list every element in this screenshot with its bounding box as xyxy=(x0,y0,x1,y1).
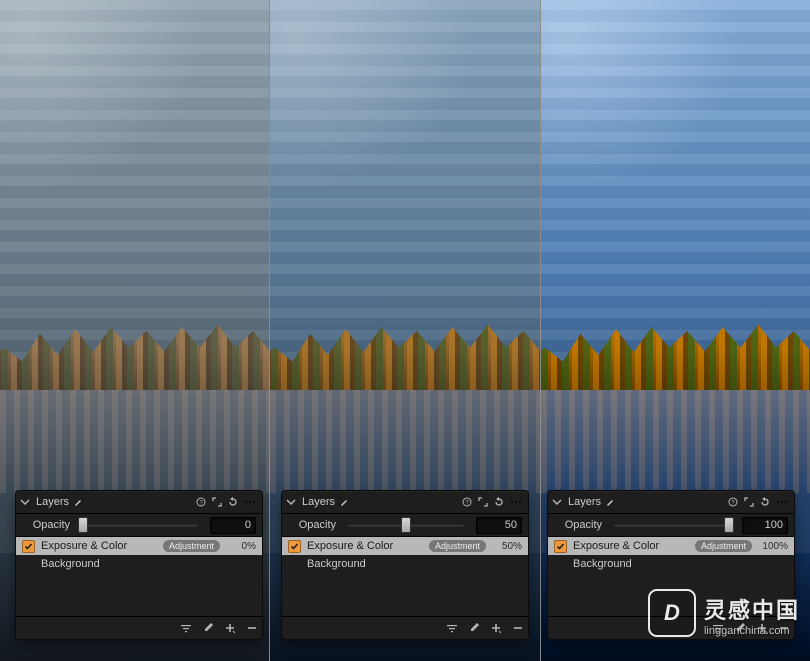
layer-opacity: 0% xyxy=(226,541,256,552)
more-icon[interactable] xyxy=(244,497,256,507)
opacity-value[interactable]: 100 xyxy=(742,517,788,534)
panel-row: Layers ? Opacity 0 xyxy=(0,491,810,639)
visibility-checkbox[interactable] xyxy=(554,540,567,553)
layer-row-exposure[interactable]: Exposure & Color Adjustment 0% xyxy=(16,537,262,555)
layers-panel-1[interactable]: Layers ? Opacity 50 Exposure & Color Adj… xyxy=(282,491,528,639)
collapse-icon[interactable] xyxy=(18,497,32,507)
layer-name: Background xyxy=(41,558,256,570)
opacity-label: Opacity xyxy=(22,519,70,531)
help-icon[interactable]: ? xyxy=(728,497,738,507)
brush-icon[interactable] xyxy=(339,497,349,507)
remove-layer-icon[interactable] xyxy=(512,622,524,634)
layer-opacity: 50% xyxy=(492,541,522,552)
layer-row-background[interactable]: Background xyxy=(548,555,794,573)
slider-thumb[interactable] xyxy=(78,517,88,533)
layer-row-background[interactable]: Background xyxy=(282,555,528,573)
more-icon[interactable] xyxy=(510,497,522,507)
eyedropper-icon[interactable] xyxy=(202,622,214,634)
layer-list: Exposure & Color Adjustment 50% Backgrou… xyxy=(282,537,528,573)
eyedropper-icon[interactable] xyxy=(734,622,746,634)
add-layer-icon[interactable] xyxy=(224,622,236,634)
collapse-icon[interactable] xyxy=(550,497,564,507)
opacity-value[interactable]: 50 xyxy=(476,517,522,534)
more-icon[interactable] xyxy=(776,497,788,507)
opacity-slider[interactable] xyxy=(78,518,202,532)
expand-icon[interactable] xyxy=(478,497,488,507)
layers-panel-2[interactable]: Layers ? Opacity 100 Exposure & Color Ad… xyxy=(548,491,794,639)
expand-icon[interactable] xyxy=(212,497,222,507)
layer-list: Exposure & Color Adjustment 0% Backgroun… xyxy=(16,537,262,573)
reset-icon[interactable] xyxy=(494,497,504,507)
panel-title: Layers xyxy=(302,496,335,508)
panel-footer xyxy=(282,616,528,639)
opacity-label: Opacity xyxy=(554,519,602,531)
brush-icon[interactable] xyxy=(605,497,615,507)
expand-icon[interactable] xyxy=(744,497,754,507)
panel-header[interactable]: Layers ? xyxy=(282,491,528,514)
help-icon[interactable]: ? xyxy=(196,497,206,507)
layer-badge: Adjustment xyxy=(695,540,752,552)
layer-row-background[interactable]: Background xyxy=(16,555,262,573)
opacity-control: Opacity 0 xyxy=(16,514,262,537)
panel-footer xyxy=(16,616,262,639)
filter-icon[interactable] xyxy=(180,622,192,634)
layer-name: Background xyxy=(307,558,522,570)
reset-icon[interactable] xyxy=(228,497,238,507)
layer-opacity: 100% xyxy=(758,541,788,552)
add-layer-icon[interactable] xyxy=(756,622,768,634)
slider-thumb[interactable] xyxy=(401,517,411,533)
panel-footer xyxy=(548,616,794,639)
add-layer-icon[interactable] xyxy=(490,622,502,634)
reset-icon[interactable] xyxy=(760,497,770,507)
layer-badge: Adjustment xyxy=(163,540,220,552)
remove-layer-icon[interactable] xyxy=(778,622,790,634)
panel-title: Layers xyxy=(568,496,601,508)
opacity-slider[interactable] xyxy=(610,518,734,532)
opacity-slider[interactable] xyxy=(344,518,468,532)
layer-badge: Adjustment xyxy=(429,540,486,552)
panel-title: Layers xyxy=(36,496,69,508)
layer-name: Exposure & Color xyxy=(307,540,423,552)
visibility-checkbox[interactable] xyxy=(22,540,35,553)
panel-header[interactable]: Layers ? xyxy=(16,491,262,514)
layer-name: Exposure & Color xyxy=(573,540,689,552)
layer-row-exposure[interactable]: Exposure & Color Adjustment 100% xyxy=(548,537,794,555)
remove-layer-icon[interactable] xyxy=(246,622,258,634)
filter-icon[interactable] xyxy=(712,622,724,634)
panel-header[interactable]: Layers ? xyxy=(548,491,794,514)
layer-name: Background xyxy=(573,558,788,570)
slider-thumb[interactable] xyxy=(724,517,734,533)
layer-list: Exposure & Color Adjustment 100% Backgro… xyxy=(548,537,794,573)
collapse-icon[interactable] xyxy=(284,497,298,507)
layers-panel-0[interactable]: Layers ? Opacity 0 xyxy=(16,491,262,639)
opacity-control: Opacity 100 xyxy=(548,514,794,537)
brush-icon[interactable] xyxy=(73,497,83,507)
layer-name: Exposure & Color xyxy=(41,540,157,552)
layer-row-exposure[interactable]: Exposure & Color Adjustment 50% xyxy=(282,537,528,555)
opacity-control: Opacity 50 xyxy=(282,514,528,537)
eyedropper-icon[interactable] xyxy=(468,622,480,634)
visibility-checkbox[interactable] xyxy=(288,540,301,553)
opacity-value[interactable]: 0 xyxy=(210,517,256,534)
filter-icon[interactable] xyxy=(446,622,458,634)
opacity-label: Opacity xyxy=(288,519,336,531)
help-icon[interactable]: ? xyxy=(462,497,472,507)
